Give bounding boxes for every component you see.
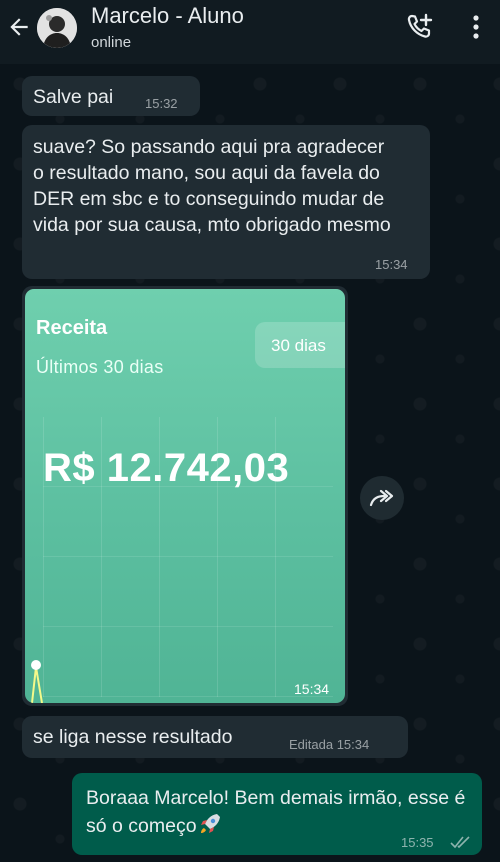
- outgoing-message-bubble[interactable]: Boraaa Marcelo! Bem demais irmão, esse é…: [72, 773, 482, 855]
- message-text: se liga nesse resultado: [33, 726, 233, 748]
- message-text: suave? So passando aqui pra agradecer o …: [33, 136, 391, 236]
- message-text: Salve pai: [33, 86, 114, 108]
- message-bubble[interactable]: Salve pai 15:32: [22, 76, 200, 116]
- forward-icon: [369, 489, 394, 507]
- revenue-value: R$ 12.742,03: [43, 446, 290, 490]
- contact-name[interactable]: Marcelo - Aluno: [91, 3, 244, 29]
- message-time: 15:34: [294, 681, 330, 697]
- message-time: 15:34: [375, 257, 408, 272]
- revenue-title: Receita: [36, 317, 108, 339]
- message-bubble[interactable]: se liga nesse resultado Editada 15:34: [22, 716, 408, 758]
- revenue-screenshot[interactable]: Receita Últimos 30 dias 30 dias R$ 12.74…: [25, 289, 345, 703]
- revenue-period-label: Últimos 30 dias: [36, 357, 164, 377]
- more-vert-icon[interactable]: [472, 14, 480, 40]
- chart-point-marker: [31, 660, 43, 703]
- image-message-bubble[interactable]: Receita Últimos 30 dias 30 dias R$ 12.74…: [22, 286, 348, 706]
- message-time: 15:35: [401, 835, 434, 850]
- add-call-icon[interactable]: [404, 12, 436, 42]
- back-arrow-icon[interactable]: [6, 14, 32, 40]
- rocket-emoji-icon: [200, 814, 220, 833]
- message-text: Boraaa Marcelo! Bem demais irmão, esse é…: [86, 787, 471, 837]
- message-time: Editada 15:34: [289, 737, 370, 752]
- message-time: 15:32: [145, 96, 178, 111]
- avatar[interactable]: [37, 8, 77, 48]
- forward-button[interactable]: [360, 476, 404, 520]
- message-bubble[interactable]: suave? So passando aqui pra agradecer o …: [22, 125, 430, 279]
- contact-status: online: [91, 34, 132, 51]
- chat-header: Marcelo - Aluno online: [0, 0, 500, 64]
- message-text-wrap: Boraaa Marcelo! Bem demais irmão, esse é…: [86, 785, 466, 839]
- double-check-icon: [450, 836, 470, 849]
- period-chip: 30 dias: [255, 322, 345, 368]
